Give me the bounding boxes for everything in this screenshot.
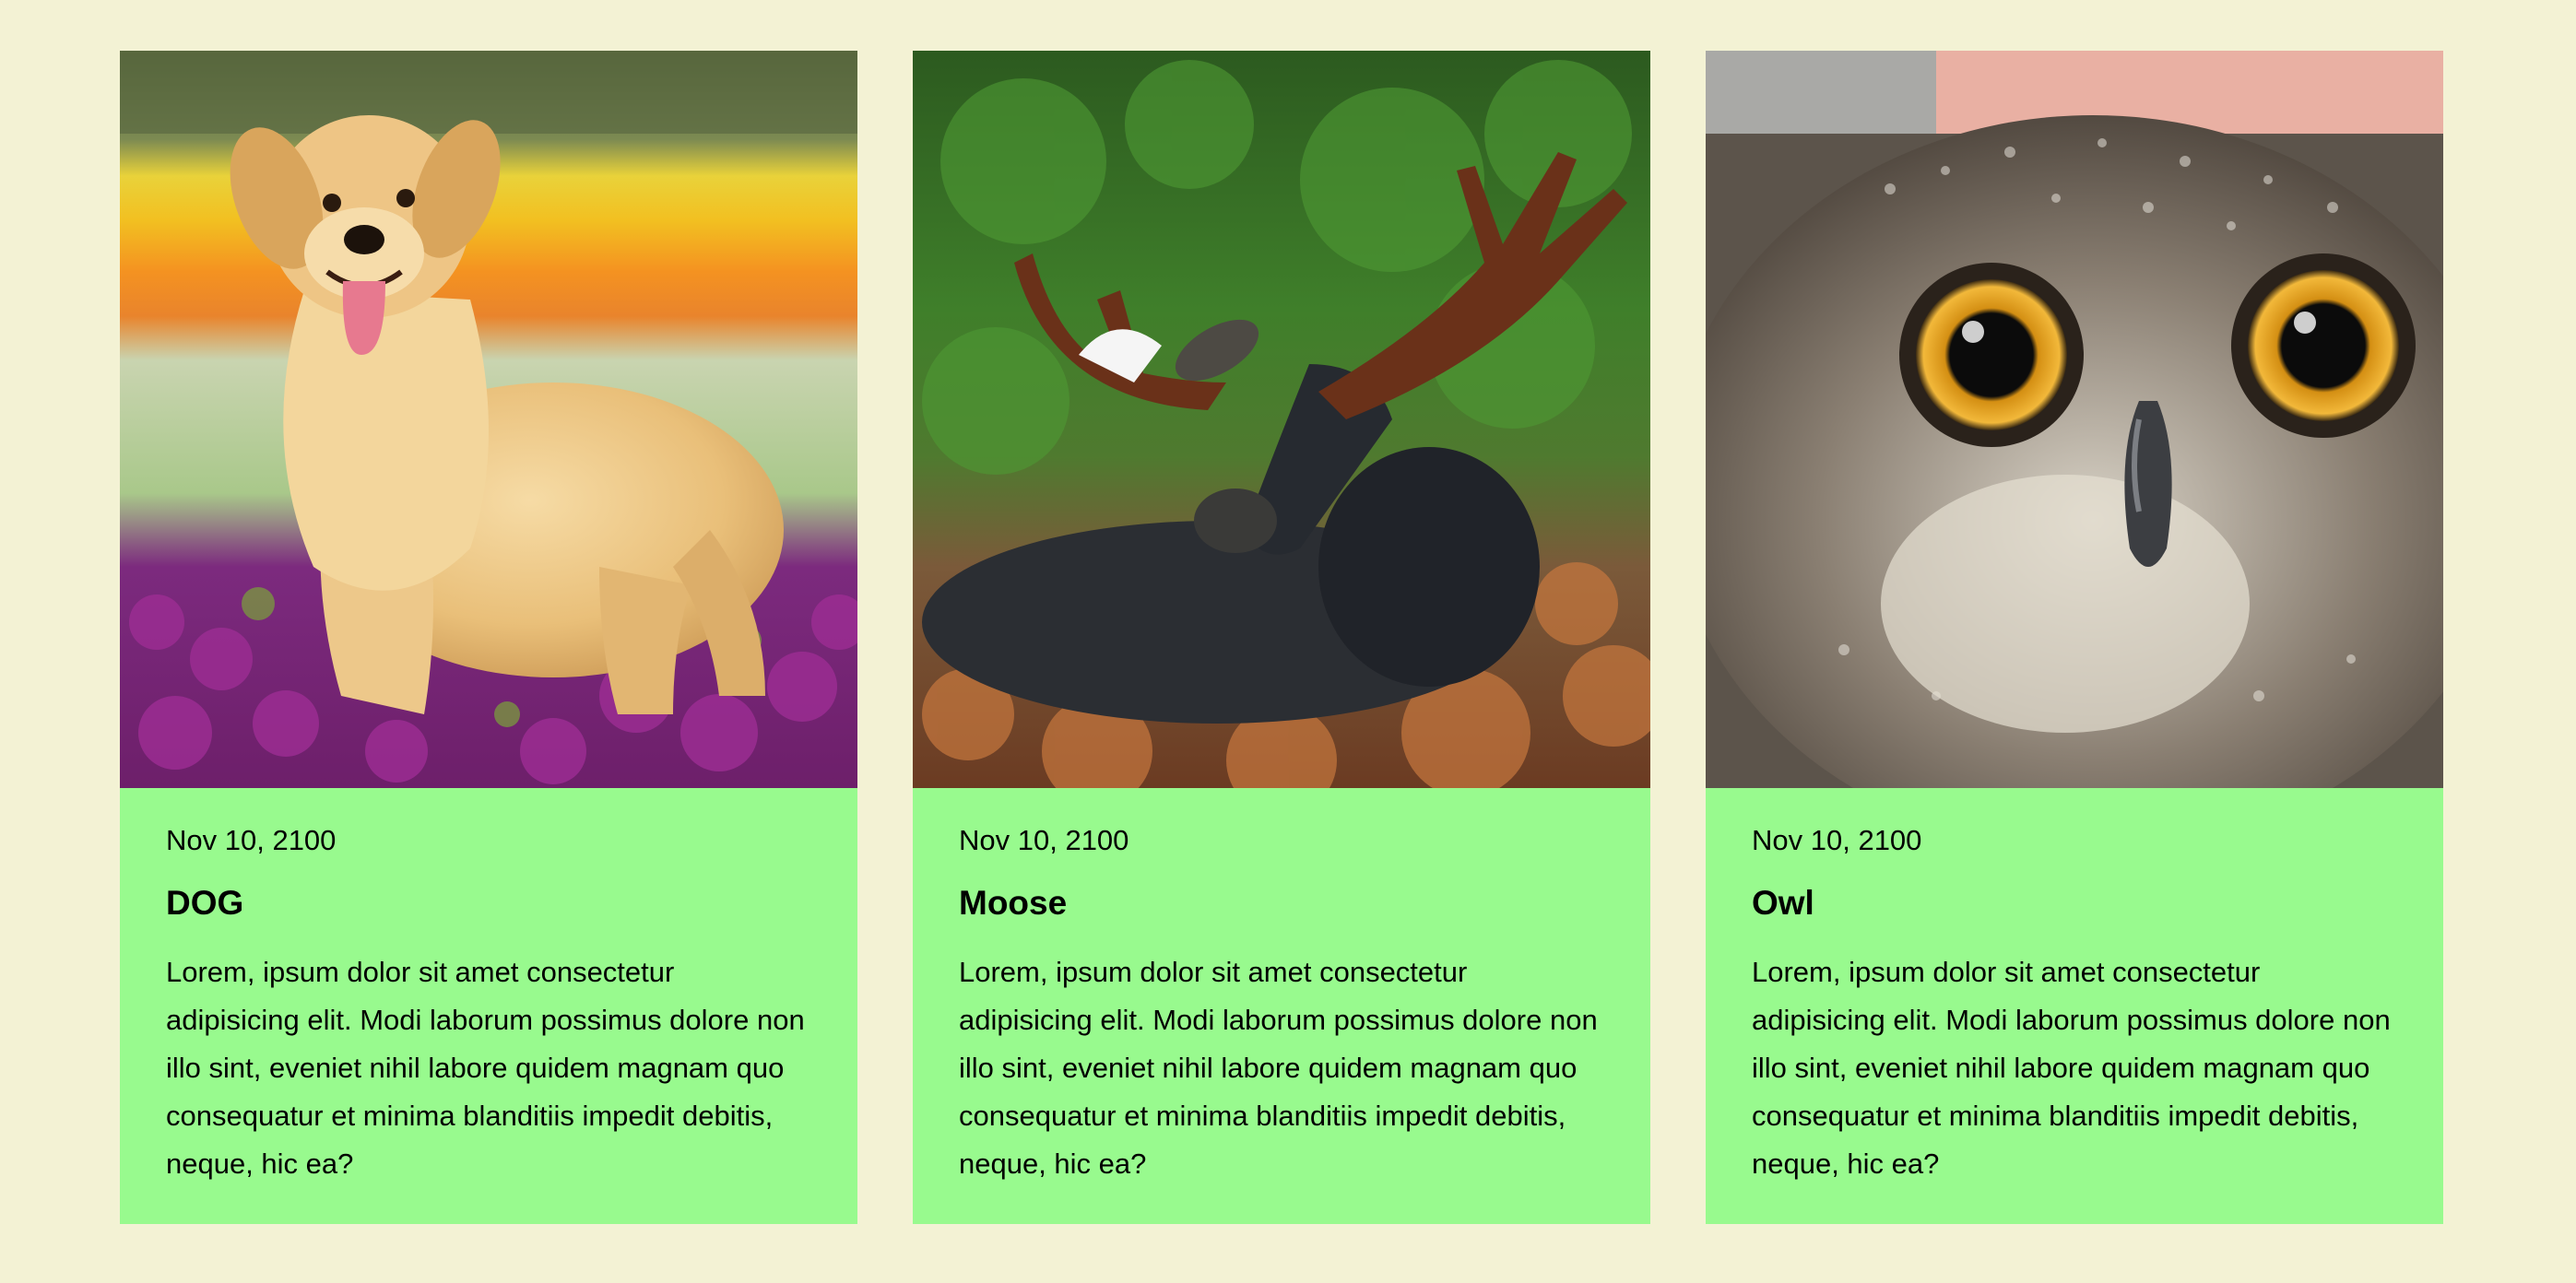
card-text: Lorem, ipsum dolor sit amet consectetur … [166,955,805,1180]
card-date: Nov 10, 2100 [166,824,337,856]
card-date: Nov 10, 2100 [959,824,1129,856]
card-owl[interactable]: Nov 10, 2100 Owl Lorem, ipsum dolor sit … [1706,51,2443,1224]
moose-image [913,51,1650,788]
card-text: Lorem, ipsum dolor sit amet consectetur … [959,955,1598,1180]
card-title[interactable]: DOG [166,883,811,924]
card-grid: Nov 10, 2100 DOG Lorem, ipsum dolor sit … [120,51,2443,1224]
dog-image [120,51,857,788]
card-body: Nov 10, 2100 DOG Lorem, ipsum dolor sit … [120,788,857,1188]
card-text: Lorem, ipsum dolor sit amet consectetur … [1752,955,2391,1180]
card-body: Nov 10, 2100 Owl Lorem, ipsum dolor sit … [1706,788,2443,1188]
card-body: Nov 10, 2100 Moose Lorem, ipsum dolor si… [913,788,1650,1188]
card-moose[interactable]: Nov 10, 2100 Moose Lorem, ipsum dolor si… [913,51,1650,1224]
card-dog[interactable]: Nov 10, 2100 DOG Lorem, ipsum dolor sit … [120,51,857,1224]
card-date: Nov 10, 2100 [1752,824,1922,856]
owl-image [1706,51,2443,788]
card-title[interactable]: Owl [1752,883,2397,924]
card-title[interactable]: Moose [959,883,1604,924]
